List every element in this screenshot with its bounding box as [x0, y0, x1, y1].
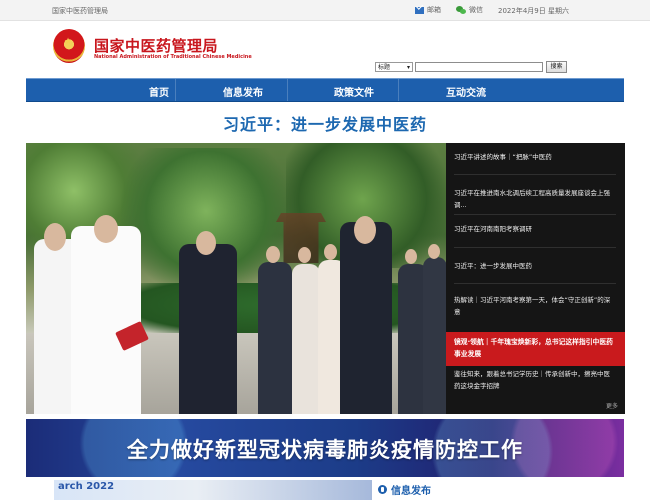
nav-policy[interactable]: 政策文件: [334, 84, 374, 99]
news-link[interactable]: 热解读｜习近平河南考察第一天，体会“守正创新”的深意: [454, 294, 614, 318]
photo-person-head: [44, 223, 66, 251]
nav-information[interactable]: 信息发布: [223, 84, 263, 99]
list-divider: [454, 247, 616, 248]
site-header: ★ 国家中医药管理局 National Administration of Tr…: [0, 21, 650, 78]
photo-person: [340, 222, 392, 414]
list-divider: [454, 214, 616, 215]
more-link[interactable]: 更多: [606, 401, 618, 410]
photo-person: [179, 244, 237, 414]
news-link[interactable]: 习近平讲述的故事｜“把脉”中医药: [454, 151, 614, 163]
epidemic-prevention-banner[interactable]: 全力做好新型冠状病毒肺炎疫情防控工作: [26, 419, 624, 477]
main-navigation: 首页 信息发布 政策文件 互动交流: [26, 78, 624, 102]
list-divider: [454, 283, 616, 284]
search-input[interactable]: [415, 62, 543, 72]
photo-person: [292, 264, 320, 414]
photo-person-head: [428, 244, 440, 259]
news-link[interactable]: 习近平在推进南水北调后续工程高质量发展座谈会上强调...: [454, 187, 614, 211]
mail-icon: [415, 6, 424, 14]
photo-person: [258, 262, 292, 414]
nav-divider: [398, 79, 399, 101]
photo-person-head: [196, 231, 216, 255]
photo-person: [423, 257, 446, 414]
photo-person-head: [324, 244, 337, 260]
news-link[interactable]: 习近平在河南南阳考察调研: [454, 223, 614, 235]
info-release-label: 信息发布: [391, 486, 431, 497]
mail-link[interactable]: 邮箱: [415, 5, 441, 15]
featured-headline[interactable]: 习近平：进一步发展中医药: [0, 111, 650, 135]
photo-person-head: [354, 216, 376, 244]
nav-home[interactable]: 首页: [149, 84, 169, 99]
photo-person-head: [298, 247, 311, 263]
photo-person-head: [94, 215, 118, 243]
photo-person-head: [266, 246, 280, 263]
photo-person-head: [405, 249, 417, 264]
featured-news-photo[interactable]: [26, 143, 446, 414]
news-link[interactable]: 习近平：进一步发展中医药: [454, 260, 614, 272]
nav-divider: [287, 79, 288, 101]
news-link[interactable]: 鉴往知来，跟着总书记学历史｜传承创新中，擦亮中医药这块金字招牌: [454, 368, 614, 392]
bottom-news-thumbnail[interactable]: arch 2022: [54, 480, 372, 500]
info-icon: [378, 485, 387, 494]
wechat-link[interactable]: 微信: [456, 5, 483, 15]
site-name: 国家中医药管理局: [52, 7, 108, 15]
site-logo-subtitle: National Administration of Traditional C…: [94, 54, 252, 60]
current-date: 2022年4月9日 星期六: [498, 7, 569, 15]
mail-label: 邮箱: [427, 6, 441, 14]
wechat-icon: [456, 6, 466, 14]
photo-person: [71, 226, 141, 414]
wechat-label: 微信: [469, 6, 483, 14]
info-release-section-title[interactable]: 信息发布: [378, 482, 431, 497]
search-button[interactable]: 搜索: [546, 61, 567, 73]
banner-title: 全力做好新型冠状病毒肺炎疫情防控工作: [127, 438, 523, 462]
search-type-select[interactable]: 标题: [375, 62, 413, 73]
featured-news-list: 习近平讲述的故事｜“把脉”中医药 习近平在推进南水北调后续工程高质量发展座谈会上…: [446, 143, 625, 414]
thumbnail-caption: arch 2022: [58, 481, 115, 492]
top-utility-bar: 国家中医药管理局 邮箱 微信 2022年4月9日 星期六: [0, 0, 650, 21]
list-divider: [454, 174, 616, 175]
nav-interaction[interactable]: 互动交流: [446, 84, 486, 99]
star-icon: ★: [64, 37, 73, 47]
site-logo-title[interactable]: 国家中医药管理局: [94, 35, 218, 56]
nav-divider: [175, 79, 176, 101]
active-news-link[interactable]: 镜观·领航｜千年瑰宝焕新彩，总书记这样指引中医药事业发展: [446, 332, 625, 366]
